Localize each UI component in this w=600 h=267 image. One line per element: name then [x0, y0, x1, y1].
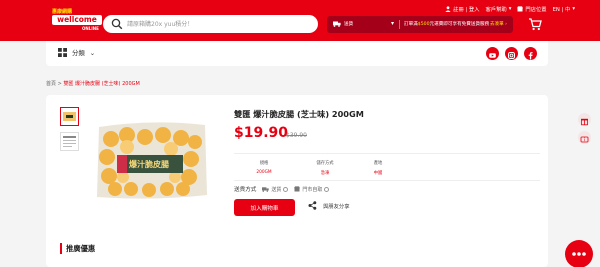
site-header: 惠康網購 wellcome ONLINE 註冊 | 登入 客戶幫助 ▾ 門店位置…	[0, 0, 600, 41]
promo-highlight: $500	[417, 22, 430, 27]
user-icon	[445, 6, 451, 12]
product-specs: 規格 200GM 儲存方式 急凍 產地 中國	[234, 153, 540, 181]
category-bar: 分類 ⌄	[46, 41, 548, 66]
facebook-icon[interactable]	[524, 47, 537, 60]
spec-key: 規格	[259, 161, 269, 166]
spec-key: 儲存方式	[316, 161, 334, 166]
login-label: 註冊 | 登入	[453, 7, 480, 13]
store-location-link[interactable]: 門店位置	[517, 5, 547, 13]
logo-main-text: wellcome	[52, 15, 102, 25]
search-bar[interactable]	[103, 15, 318, 33]
product-title: 雙匯 爆汁脆皮腸 (芝士味) 200GM	[234, 109, 364, 119]
delivery-mode[interactable]: 送貨	[333, 21, 353, 27]
store-icon	[294, 186, 301, 192]
promo-more-link[interactable]: 去凑單 ›	[490, 21, 507, 27]
info-icon[interactable]	[283, 186, 289, 192]
ship-option-label: 門市自取	[302, 186, 323, 193]
share-icon	[308, 201, 317, 210]
section-accent-bar	[60, 243, 62, 254]
delivery-label: 送貨	[344, 22, 354, 27]
login-link[interactable]: 註冊 | 登入	[445, 5, 479, 13]
ship-option-label: 送貨	[271, 186, 282, 193]
promo-more-label: 去凑單	[489, 22, 504, 27]
breadcrumb-home[interactable]: 首頁	[46, 81, 56, 87]
promo-message: 訂單滿$500元運費即可享有免費送貨服務	[404, 21, 489, 27]
product-price: $19.90	[234, 125, 289, 141]
breadcrumb-current: 雙匯 爆汁脆皮腸 (芝士味) 200GM	[63, 81, 140, 87]
spec-value: 200GM	[256, 170, 272, 175]
youtube-icon[interactable]	[486, 47, 499, 60]
info-icon[interactable]	[324, 186, 330, 192]
product-thumbnail-2[interactable]	[60, 132, 79, 151]
chevron-down-icon: ▾	[572, 6, 575, 12]
promo-message-suffix: 元運費即可享有免費送貨服務	[429, 22, 490, 27]
share-label: 與朋友分享	[323, 203, 350, 210]
language-switch[interactable]: EN | 中 ▾	[553, 5, 575, 13]
top-nav: 註冊 | 登入 客戶幫助 ▾ 門店位置 EN | 中 ▾	[445, 4, 575, 14]
cart-icon[interactable]	[528, 17, 542, 31]
chevron-down-icon: ▾	[391, 20, 395, 27]
ship-option-delivery[interactable]: 送貨	[262, 186, 289, 193]
search-input[interactable]	[127, 17, 312, 31]
breadcrumb: 首頁 > 雙匯 爆汁脆皮腸 (芝士味) 200GM	[46, 80, 140, 87]
spec-origin: 產地 中國	[348, 160, 408, 176]
chat-button[interactable]	[565, 240, 593, 267]
instagram-icon[interactable]	[505, 47, 518, 60]
shipping-methods: 送貨方式 送貨 門市自取	[234, 185, 330, 193]
chevron-down-icon: ⌄	[89, 48, 96, 57]
spec-size: 規格 200GM	[234, 160, 294, 175]
ship-option-pickup[interactable]: 門市自取	[294, 186, 330, 193]
breadcrumb-separator: >	[57, 81, 62, 87]
language-label: EN | 中	[552, 7, 571, 13]
spec-storage: 儲存方式 急凍	[295, 160, 355, 176]
logo-sub-text: ONLINE	[82, 26, 99, 31]
promotion-title-text: 推廣優惠	[66, 243, 96, 253]
share-button[interactable]: 與朋友分享	[308, 201, 350, 210]
logo-top-text: 惠康網購	[52, 9, 73, 15]
floating-coupon-icon[interactable]	[578, 131, 591, 144]
spec-key: 產地	[373, 161, 383, 166]
shipping-label: 送貨方式	[234, 187, 257, 193]
product-original-price: $39.90	[286, 132, 307, 139]
promo-message-prefix: 訂單滿	[404, 22, 418, 27]
help-label: 客戶幫助	[485, 7, 507, 13]
wellcome-logo[interactable]: 惠康網購 wellcome ONLINE	[52, 8, 102, 34]
category-menu-button[interactable]: 分類 ⌄	[58, 48, 95, 57]
store-label: 門店位置	[525, 7, 547, 13]
chat-dots-icon	[572, 252, 586, 256]
chevron-right-icon: ›	[505, 22, 507, 27]
menu-grid-icon	[58, 48, 67, 57]
product-main-image: 爆汁脆皮腸	[97, 122, 207, 199]
floating-gift-icon[interactable]	[578, 113, 591, 126]
spec-value: 中國	[373, 171, 383, 176]
category-label: 分類	[72, 49, 85, 57]
add-to-cart-button[interactable]: 加入購物車	[234, 199, 295, 216]
chevron-down-icon: ▾	[508, 6, 512, 12]
help-link[interactable]: 客戶幫助 ▾	[485, 5, 511, 13]
promo-banner[interactable]: 送貨 ▾ 訂單滿$500元運費即可享有免費送貨服務 去凑單 ›	[327, 16, 513, 33]
promotion-section-title: 推廣優惠	[60, 243, 95, 254]
truck-icon	[333, 21, 341, 27]
search-icon[interactable]	[111, 18, 123, 30]
spec-value: 急凍	[320, 171, 330, 176]
truck-icon	[262, 186, 270, 192]
promo-divider	[399, 20, 400, 29]
product-card: 爆汁脆皮腸 雙匯 爆汁脆皮腸 (芝士味) 200GM $19.90 $39.90…	[46, 95, 548, 267]
product-thumbnail-1[interactable]	[60, 107, 79, 126]
store-icon	[517, 6, 524, 12]
